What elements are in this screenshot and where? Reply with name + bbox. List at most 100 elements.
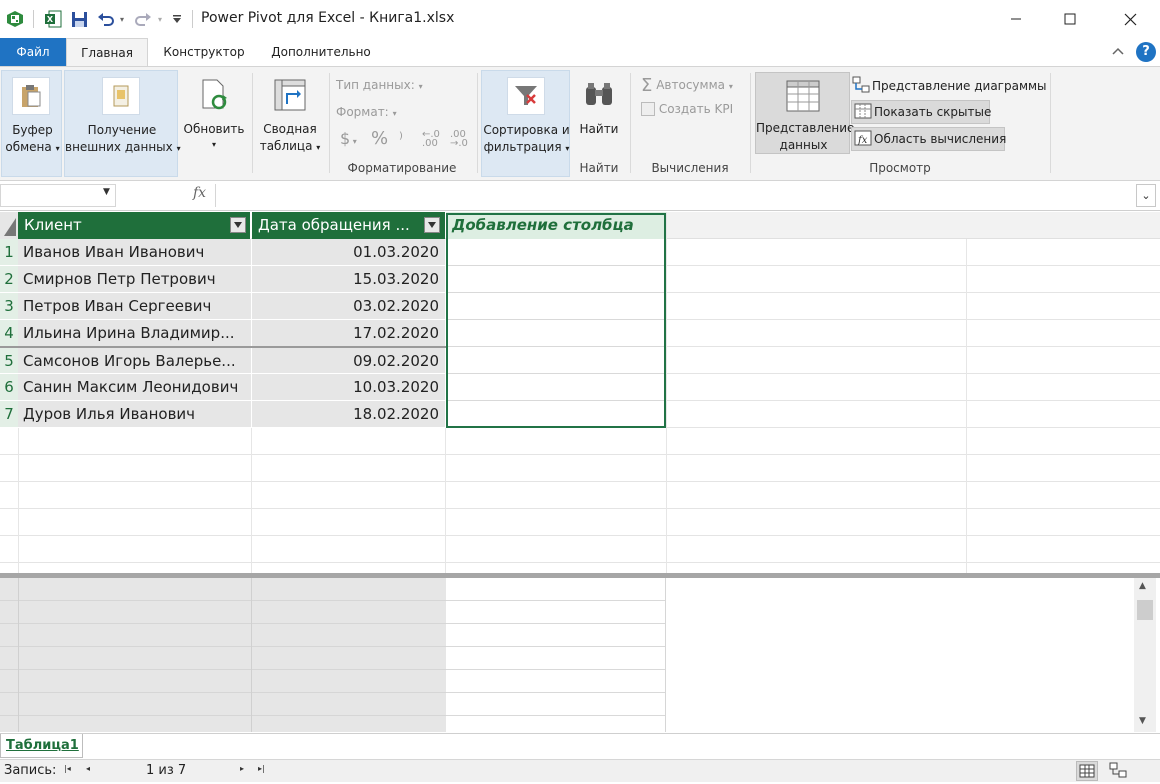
cell-date[interactable]: 03.02.2020 xyxy=(252,293,446,320)
close-button[interactable] xyxy=(1107,0,1153,38)
customize-qat-icon[interactable] xyxy=(170,9,184,29)
add-column-header[interactable]: Добавление столбца xyxy=(446,212,666,239)
calc-area-icon: fx xyxy=(854,129,874,154)
row-number[interactable]: 3 xyxy=(0,293,18,320)
undo-dropdown-icon[interactable]: ▾ xyxy=(118,9,126,29)
cell-date[interactable]: 09.02.2020 xyxy=(252,348,446,374)
filter-dropdown-icon[interactable] xyxy=(230,217,246,233)
cell-client[interactable]: Петров Иван Сергеевич xyxy=(18,293,252,320)
cell-date[interactable]: 10.03.2020 xyxy=(252,374,446,401)
sort-filter-button[interactable]: Сортировка и фильтрация ▾ xyxy=(481,70,570,177)
redo-dropdown-icon[interactable]: ▾ xyxy=(156,9,164,29)
cell-client[interactable]: Ильина Ирина Владимир... xyxy=(18,320,252,347)
divider xyxy=(192,10,193,28)
help-icon[interactable]: ? xyxy=(1136,42,1156,62)
row-number[interactable]: 4 xyxy=(0,320,18,347)
diagram-view-button[interactable]: Представление диаграммы xyxy=(852,76,1047,96)
empty-header-area xyxy=(667,212,1160,239)
calc-group-label: Вычисления xyxy=(651,161,729,175)
divider xyxy=(33,10,34,28)
first-record-icon[interactable]: |◂ xyxy=(64,764,71,773)
percent-button[interactable]: % xyxy=(371,128,388,149)
get-external-data-button[interactable]: Получение внешних данных ▾ xyxy=(64,70,181,177)
scroll-up-icon[interactable]: ▲ xyxy=(1139,581,1146,591)
decrease-decimal-icon[interactable]: .00 →.0 xyxy=(450,130,468,149)
cell-date[interactable]: 01.03.2020 xyxy=(252,239,446,266)
comma-button[interactable]: ⁾ xyxy=(399,129,403,148)
redo-icon[interactable] xyxy=(132,9,154,29)
save-icon[interactable] xyxy=(68,9,90,29)
row-number[interactable]: 2 xyxy=(0,266,18,293)
cell-client[interactable]: Дуров Илья Иванович xyxy=(18,401,252,428)
clipboard-label-1: Буфер xyxy=(12,123,53,137)
cell-date[interactable]: 15.03.2020 xyxy=(252,266,446,293)
binoculars-icon xyxy=(580,76,618,114)
formula-input[interactable] xyxy=(215,184,1135,207)
filter-dropdown-icon[interactable] xyxy=(424,217,440,233)
tab-advanced[interactable]: Дополнительно xyxy=(262,38,380,66)
get-data-label-2: внешних данных ▾ xyxy=(65,140,181,154)
add-column-cells[interactable] xyxy=(446,239,666,428)
vertical-scrollbar[interactable]: ▲ ▼ xyxy=(1134,578,1156,732)
calc-area-cells[interactable] xyxy=(446,578,666,732)
name-box-dropdown-icon[interactable]: ▼ xyxy=(103,187,110,197)
find-group-label: Найти xyxy=(579,161,619,175)
cell-date[interactable]: 17.02.2020 xyxy=(252,320,446,347)
maximize-button[interactable] xyxy=(1047,0,1093,38)
data-view-button[interactable]: Представление данных xyxy=(755,72,855,154)
column-header-client[interactable]: Клиент xyxy=(18,212,251,239)
find-button[interactable]: Найти xyxy=(574,70,624,158)
scroll-thumb[interactable] xyxy=(1137,600,1153,620)
create-kpi-button[interactable]: Создать KPI xyxy=(641,102,733,116)
select-all-corner[interactable] xyxy=(0,212,18,239)
divider xyxy=(630,73,631,173)
prev-record-icon[interactable]: ◂ xyxy=(86,764,90,773)
minimize-button[interactable] xyxy=(993,0,1039,38)
cell-client[interactable]: Иванов Иван Иванович xyxy=(18,239,252,266)
undo-icon[interactable] xyxy=(95,9,117,29)
data-type-dropdown[interactable]: Тип данных: ▾ xyxy=(336,78,423,92)
column-header-date-label: Дата обращения ... xyxy=(258,216,410,234)
sheet-tab-table1[interactable]: Таблица1 xyxy=(0,734,83,758)
cell-client[interactable]: Самсонов Игорь Валерье... xyxy=(18,348,252,374)
show-hidden-button[interactable]: Показать скрытые xyxy=(851,100,991,124)
collapse-ribbon-icon[interactable] xyxy=(1112,45,1124,59)
cell-client[interactable]: Смирнов Петр Петрович xyxy=(18,266,252,293)
tab-file[interactable]: Файл xyxy=(0,38,66,66)
row-number[interactable]: 1 xyxy=(0,239,18,266)
refresh-button[interactable]: Обновить ▾ xyxy=(181,70,247,177)
increase-decimal-icon[interactable]: ←.0.00 xyxy=(422,130,440,149)
kpi-icon xyxy=(641,102,655,116)
calc-area-lines xyxy=(0,578,446,732)
pivot-table-button[interactable]: Сводная таблица ▾ xyxy=(256,70,324,177)
scroll-down-icon[interactable]: ▼ xyxy=(1139,716,1146,726)
data-view-label-1: Представление xyxy=(756,121,855,135)
divider xyxy=(329,73,330,173)
column-header-date[interactable]: Дата обращения ... xyxy=(252,212,445,239)
divider xyxy=(477,73,478,173)
fx-icon[interactable]: fx xyxy=(193,185,206,201)
next-record-icon[interactable]: ▸ xyxy=(240,764,244,773)
tab-home[interactable]: Главная xyxy=(66,38,148,67)
cell-client[interactable]: Санин Максим Леонидович xyxy=(18,374,252,401)
last-record-icon[interactable]: ▸| xyxy=(258,764,265,773)
grid-line xyxy=(18,578,19,732)
grid-line xyxy=(666,212,667,574)
cell-date[interactable]: 18.02.2020 xyxy=(252,401,446,428)
grid-view-icon[interactable] xyxy=(1076,761,1098,781)
currency-button[interactable]: $ ▾ xyxy=(340,129,357,148)
ribbon-tabs: Файл Главная Конструктор Дополнительно ? xyxy=(0,38,1160,67)
name-box[interactable]: ▼ xyxy=(0,184,116,207)
autosum-button[interactable]: Σ Автосумма ▾ xyxy=(641,75,733,96)
format-dropdown[interactable]: Формат: ▾ xyxy=(336,105,397,119)
table-body: 1 Иванов Иван Иванович 01.03.2020 2 Смир… xyxy=(0,239,666,428)
diagram-view-icon[interactable] xyxy=(1108,761,1130,781)
row-number[interactable]: 7 xyxy=(0,401,18,428)
excel-icon[interactable]: X xyxy=(42,9,64,29)
calc-area-button[interactable]: fx Область вычисления xyxy=(851,127,1006,154)
row-number[interactable]: 6 xyxy=(0,374,18,401)
row-number[interactable]: 5 xyxy=(0,348,18,374)
clipboard-button[interactable]: Буфер обмена ▾ xyxy=(1,70,62,177)
tab-design[interactable]: Конструктор xyxy=(152,38,256,66)
expand-formula-icon[interactable]: ⌄ xyxy=(1136,184,1156,207)
